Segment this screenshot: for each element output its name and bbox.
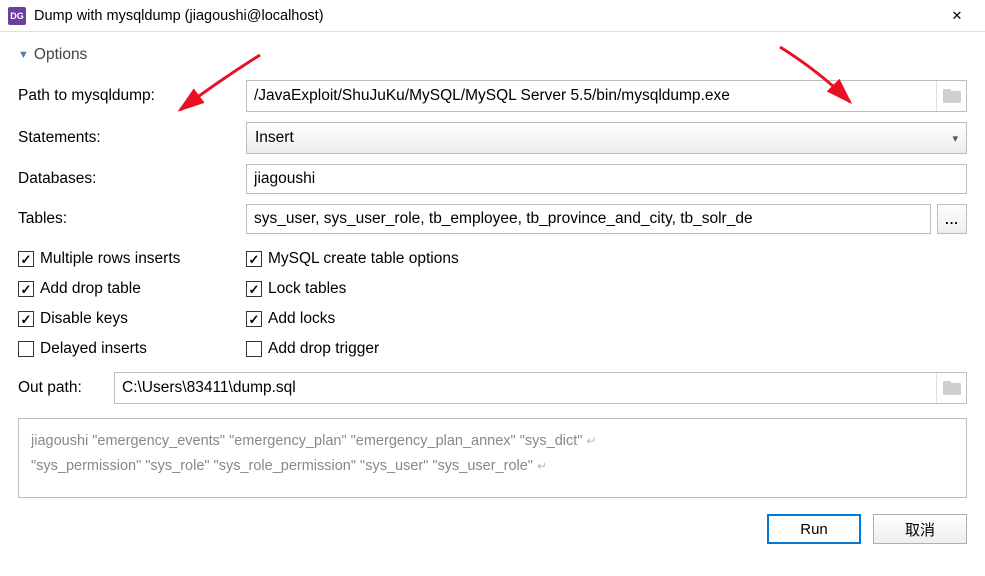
command-preview: jiagoushi "emergency_events" "emergency_… bbox=[18, 418, 967, 498]
checkbox-grid: Multiple rows inserts Add drop table Dis… bbox=[18, 244, 967, 364]
check-disable-keys[interactable]: Disable keys bbox=[18, 304, 246, 334]
row-tables: Tables: ... bbox=[18, 204, 967, 234]
path-input[interactable] bbox=[247, 81, 937, 111]
check-add-locks[interactable]: Add locks bbox=[246, 304, 967, 334]
collapse-triangle-icon: ▼ bbox=[18, 49, 29, 61]
row-databases: Databases: bbox=[18, 164, 967, 194]
statements-select[interactable]: Insert ▾ bbox=[246, 122, 967, 154]
statements-value: Insert bbox=[255, 129, 952, 147]
checkbox-icon bbox=[18, 311, 34, 327]
folder-icon bbox=[943, 381, 961, 395]
tables-input[interactable] bbox=[246, 204, 931, 234]
check-lock-tables[interactable]: Lock tables bbox=[246, 274, 967, 304]
options-section-header[interactable]: ▼ Options bbox=[18, 46, 967, 64]
check-delayed-inserts[interactable]: Delayed inserts bbox=[18, 334, 246, 364]
run-button[interactable]: Run bbox=[767, 514, 861, 544]
check-multiple-rows-inserts[interactable]: Multiple rows inserts bbox=[18, 244, 246, 274]
label-out-path: Out path: bbox=[18, 379, 114, 397]
line-break-icon: ↵ bbox=[537, 459, 547, 473]
app-icon: DG bbox=[8, 7, 26, 25]
label-path: Path to mysqldump: bbox=[18, 87, 246, 105]
checkbox-icon bbox=[246, 251, 262, 267]
check-mysql-create-table-options[interactable]: MySQL create table options bbox=[246, 244, 967, 274]
dialog-content: ▼ Options Path to mysqldump: Statements:… bbox=[0, 32, 985, 504]
label-statements: Statements: bbox=[18, 129, 246, 147]
check-add-drop-table[interactable]: Add drop table bbox=[18, 274, 246, 304]
databases-input[interactable] bbox=[246, 164, 967, 194]
label-databases: Databases: bbox=[18, 170, 246, 188]
checkbox-icon bbox=[18, 341, 34, 357]
titlebar: DG Dump with mysqldump (jiagoushi@localh… bbox=[0, 0, 985, 32]
browse-out-path-button[interactable] bbox=[936, 373, 966, 403]
folder-icon bbox=[943, 89, 961, 103]
window-title: Dump with mysqldump (jiagoushi@localhost… bbox=[34, 8, 937, 24]
checkbox-icon bbox=[18, 251, 34, 267]
row-statements: Statements: Insert ▾ bbox=[18, 122, 967, 154]
chevron-down-icon: ▾ bbox=[952, 132, 958, 145]
tables-more-button[interactable]: ... bbox=[937, 204, 967, 234]
out-path-input[interactable] bbox=[115, 373, 937, 403]
dialog-buttons: Run 取消 bbox=[0, 504, 985, 556]
close-icon[interactable]: ✕ bbox=[937, 0, 977, 32]
checkbox-icon bbox=[246, 341, 262, 357]
row-out-path: Out path: bbox=[18, 372, 967, 404]
checkbox-icon bbox=[246, 281, 262, 297]
cancel-button[interactable]: 取消 bbox=[873, 514, 967, 544]
section-title: Options bbox=[34, 46, 87, 64]
line-break-icon: ↵ bbox=[586, 434, 596, 448]
checkbox-icon bbox=[18, 281, 34, 297]
check-add-drop-trigger[interactable]: Add drop trigger bbox=[246, 334, 967, 364]
row-path: Path to mysqldump: bbox=[18, 80, 967, 112]
browse-path-button[interactable] bbox=[936, 81, 966, 111]
label-tables: Tables: bbox=[18, 210, 246, 228]
checkbox-icon bbox=[246, 311, 262, 327]
